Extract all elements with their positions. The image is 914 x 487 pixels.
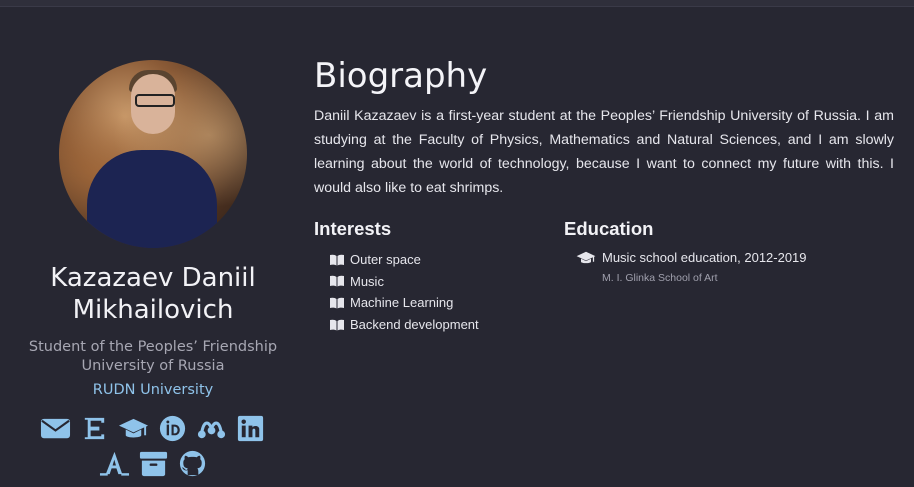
- university-link[interactable]: RUDN University: [20, 380, 286, 400]
- interest-label: Music: [350, 273, 384, 289]
- interest-item: Outer space: [314, 249, 564, 271]
- profile-name: Kazazaev Daniil Mikhailovich: [50, 263, 256, 325]
- social-links: [38, 414, 268, 478]
- top-navbar: [0, 0, 914, 7]
- envelope-icon[interactable]: [40, 414, 71, 443]
- avatar: [59, 60, 247, 248]
- book-icon: [330, 319, 344, 331]
- interests-title: Interests: [314, 218, 392, 239]
- education-section: Education Music school education, 2012-2…: [564, 218, 894, 335]
- biography-text: Daniil Kazazaev is a first-year student …: [314, 108, 894, 196]
- book-icon: [330, 297, 344, 309]
- book-icon: [330, 276, 344, 287]
- profile-card: Kazazaev Daniil Mikhailovich Student of …: [20, 60, 286, 478]
- interest-item: Backend development: [314, 314, 564, 336]
- linkedin-icon[interactable]: [235, 414, 266, 443]
- book-icon: [330, 254, 344, 266]
- academia-icon[interactable]: [99, 449, 130, 478]
- interests-section: Interests Outer space Music Machine Learni…: [314, 218, 564, 335]
- graduation-cap-icon[interactable]: [118, 414, 149, 443]
- education-institution: M. I. Glinka School of Art: [602, 272, 718, 284]
- interest-item: Music: [314, 271, 564, 293]
- github-icon[interactable]: [177, 449, 208, 478]
- biography-title: Biography: [314, 56, 488, 96]
- profile-position: Student of the Peoples’ Friendship Unive…: [28, 339, 278, 374]
- graduation-cap-icon: [576, 251, 596, 264]
- interest-label: Machine Learning: [350, 295, 454, 311]
- interest-item: Machine Learning: [314, 292, 564, 314]
- interest-label: Backend development: [350, 317, 479, 333]
- elibrary-icon[interactable]: [79, 414, 110, 443]
- education-title: Education: [564, 218, 654, 239]
- interest-label: Outer space: [350, 252, 421, 268]
- education-item: Music school education, 2012-2019 M. I. …: [564, 249, 894, 284]
- archive-icon[interactable]: [138, 449, 169, 478]
- orcid-icon[interactable]: [157, 414, 188, 443]
- main-content: Biography Daniil Kazazaev is a first-yea…: [314, 56, 894, 335]
- mendeley-icon[interactable]: [196, 414, 227, 443]
- education-course: Music school education, 2012-2019: [602, 250, 807, 265]
